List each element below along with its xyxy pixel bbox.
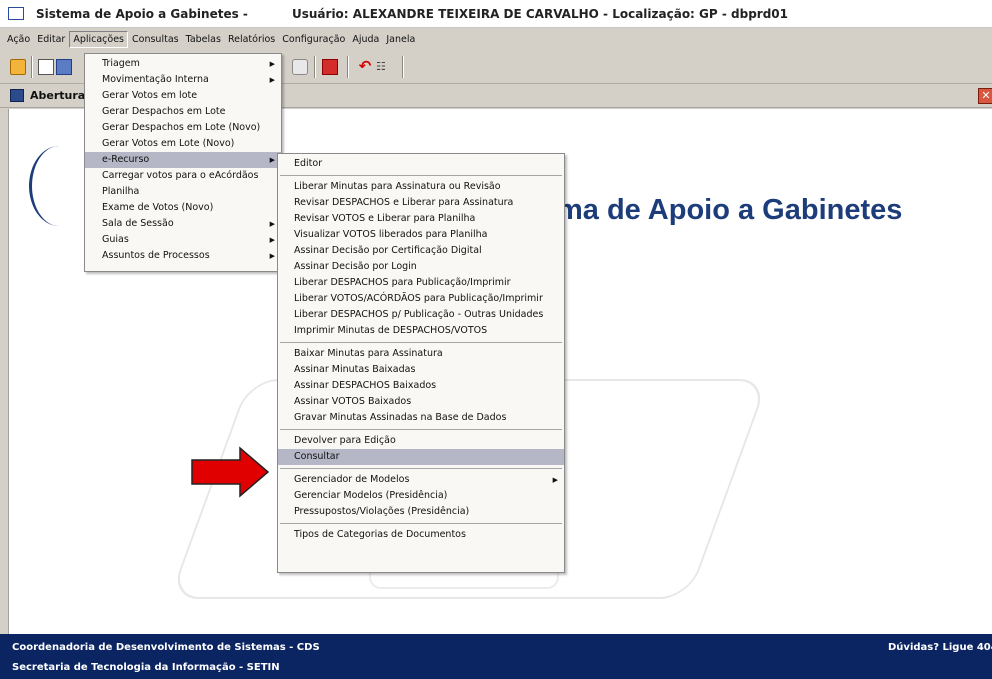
menu-separator xyxy=(280,523,562,524)
menu-item-revisar-votos[interactable]: Revisar VOTOS e Liberar para Planilha xyxy=(278,211,564,227)
menu-item-movimentacao-interna[interactable]: Movimentação Interna ▶ xyxy=(85,72,281,88)
menu-item-gravar-minutas[interactable]: Gravar Minutas Assinadas na Base de Dado… xyxy=(278,410,564,426)
app-window: Sistema de Apoio a Gabinetes - Usuário: … xyxy=(0,0,992,679)
submenu-arrow-icon: ▶ xyxy=(269,156,275,164)
menu-tabelas[interactable]: Tabelas xyxy=(183,32,224,47)
menu-item-devolver-edicao[interactable]: Devolver para Edição xyxy=(278,433,564,449)
help-text: Dúvidas? Ligue 404 xyxy=(888,642,992,653)
menu-janela[interactable]: Janela xyxy=(383,32,418,47)
save-icon[interactable] xyxy=(56,59,72,75)
menu-item-liberar-minutas[interactable]: Liberar Minutas para Assinatura ou Revis… xyxy=(278,179,564,195)
menu-item-gerar-votos-lote[interactable]: Gerar Votos em lote xyxy=(85,88,281,104)
footer: Coordenadoria de Desenvolvimento de Sist… xyxy=(0,634,992,679)
menu-item-gerar-despachos-lote[interactable]: Gerar Despachos em Lote xyxy=(85,104,281,120)
toolbar-separator xyxy=(31,56,33,78)
submenu-arrow-icon: ▶ xyxy=(269,252,275,260)
menu-separator xyxy=(280,468,562,469)
footer-text: Secretaria de Tecnologia da Informação -… xyxy=(12,662,280,673)
submenu-arrow-icon: ▶ xyxy=(269,76,275,84)
menu-item-guias[interactable]: Guias ▶ xyxy=(85,232,281,248)
menu-item-liberar-despachos[interactable]: Liberar DESPACHOS para Publicação/Imprim… xyxy=(278,275,564,291)
menu-item-assinar-votos-baixados[interactable]: Assinar VOTOS Baixados xyxy=(278,394,564,410)
stop-icon[interactable] xyxy=(322,59,338,75)
menu-configuracao[interactable]: Configuração xyxy=(279,32,348,47)
menu-item-carregar-votos[interactable]: Carregar votos para o eAcórdãos xyxy=(85,168,281,184)
inner-window-title: Abertura xyxy=(30,89,86,102)
menu-item-editor[interactable]: Editor xyxy=(278,156,564,172)
menu-item-e-recurso[interactable]: e-Recurso ▶ xyxy=(85,152,281,168)
menu-item-imprimir-minutas[interactable]: Imprimir Minutas de DESPACHOS/VOTOS xyxy=(278,323,564,339)
menu-item-assinar-certificacao[interactable]: Assinar Decisão por Certificação Digital xyxy=(278,243,564,259)
menu-ajuda[interactable]: Ajuda xyxy=(349,32,382,47)
menu-item-liberar-votos-acordaos[interactable]: Liberar VOTOS/ACÓRDÃOS para Publicação/I… xyxy=(278,291,564,307)
menu-consultas[interactable]: Consultas xyxy=(129,32,182,47)
menu-aplicacoes[interactable]: Aplicações xyxy=(69,30,129,48)
page-title: ma de Apoio a Gabinetes xyxy=(557,194,903,226)
print-icon[interactable] xyxy=(292,59,308,75)
submenu-arrow-icon: ▶ xyxy=(269,220,275,228)
app-title: Sistema de Apoio a Gabinetes - xyxy=(36,6,248,21)
menu-acao[interactable]: Ação xyxy=(4,32,33,47)
menu-item-baixar-minutas[interactable]: Baixar Minutas para Assinatura xyxy=(278,346,564,362)
new-document-icon[interactable] xyxy=(38,59,54,75)
menu-item-gerar-despachos-lote-novo[interactable]: Gerar Despachos em Lote (Novo) xyxy=(85,120,281,136)
menu-separator xyxy=(280,175,562,176)
menu-separator xyxy=(280,342,562,343)
menu-item-pressupostos[interactable]: Pressupostos/Violações (Presidência) xyxy=(278,504,564,520)
menu-item-gerenciador-modelos[interactable]: Gerenciador de Modelos ▶ xyxy=(278,472,564,488)
footer-text: Coordenadoria de Desenvolvimento de Sist… xyxy=(12,642,320,653)
menu-relatorios[interactable]: Relatórios xyxy=(225,32,278,47)
user-info: Usuário: ALEXANDRE TEIXEIRA DE CARVALHO … xyxy=(292,7,788,21)
menu-item-assuntos-processos[interactable]: Assuntos de Processos ▶ xyxy=(85,248,281,264)
submenu-arrow-icon: ▶ xyxy=(552,476,558,484)
menu-item-triagem[interactable]: Triagem ▶ xyxy=(85,56,281,72)
menu-separator xyxy=(280,429,562,430)
menu-item-planilha[interactable]: Planilha xyxy=(85,184,281,200)
red-arrow-icon xyxy=(191,446,270,498)
tree-icon[interactable]: ☷ xyxy=(376,59,392,75)
close-icon[interactable]: ✕ xyxy=(978,88,992,104)
menu-item-tipos-categorias[interactable]: Tipos de Categorias de Documentos xyxy=(278,527,564,543)
folder-icon[interactable] xyxy=(10,59,26,75)
applications-menu: Triagem ▶ Movimentação Interna ▶ Gerar Vot… xyxy=(84,53,282,272)
undo-icon[interactable]: ↶ xyxy=(357,59,373,75)
menu-item-gerenciar-modelos[interactable]: Gerenciar Modelos (Presidência) xyxy=(278,488,564,504)
toolbar-separator xyxy=(402,56,404,78)
e-recurso-submenu: Editor Liberar Minutas para Assinatura o… xyxy=(277,153,565,573)
menu-item-assinar-login[interactable]: Assinar Decisão por Login xyxy=(278,259,564,275)
window-icon xyxy=(8,7,24,20)
menu-item-visualizar-votos[interactable]: Visualizar VOTOS liberados para Planilha xyxy=(278,227,564,243)
submenu-arrow-icon: ▶ xyxy=(269,60,275,68)
menu-item-assinar-despachos-baixados[interactable]: Assinar DESPACHOS Baixados xyxy=(278,378,564,394)
toolbar-separator xyxy=(347,56,349,78)
menu-item-liberar-despachos-outras[interactable]: Liberar DESPACHOS p/ Publicação - Outras… xyxy=(278,307,564,323)
submenu-arrow-icon: ▶ xyxy=(269,236,275,244)
menu-item-assinar-minutas-baixadas[interactable]: Assinar Minutas Baixadas xyxy=(278,362,564,378)
menu-item-consultar[interactable]: Consultar xyxy=(278,449,564,465)
menu-item-gerar-votos-lote-novo[interactable]: Gerar Votos em Lote (Novo) xyxy=(85,136,281,152)
menu-item-exame-votos[interactable]: Exame de Votos (Novo) xyxy=(85,200,281,216)
menu-editar[interactable]: Editar xyxy=(34,32,68,47)
logo-arc xyxy=(29,146,89,226)
menu-bar: Ação Editar Aplicações Consultas Tabelas… xyxy=(0,28,992,50)
menu-item-sala-sessao[interactable]: Sala de Sessão ▶ xyxy=(85,216,281,232)
window-icon xyxy=(10,89,24,102)
menu-item-revisar-despachos[interactable]: Revisar DESPACHOS e Liberar para Assinat… xyxy=(278,195,564,211)
title-bar: Sistema de Apoio a Gabinetes - Usuário: … xyxy=(0,0,992,28)
toolbar-separator xyxy=(314,56,316,78)
